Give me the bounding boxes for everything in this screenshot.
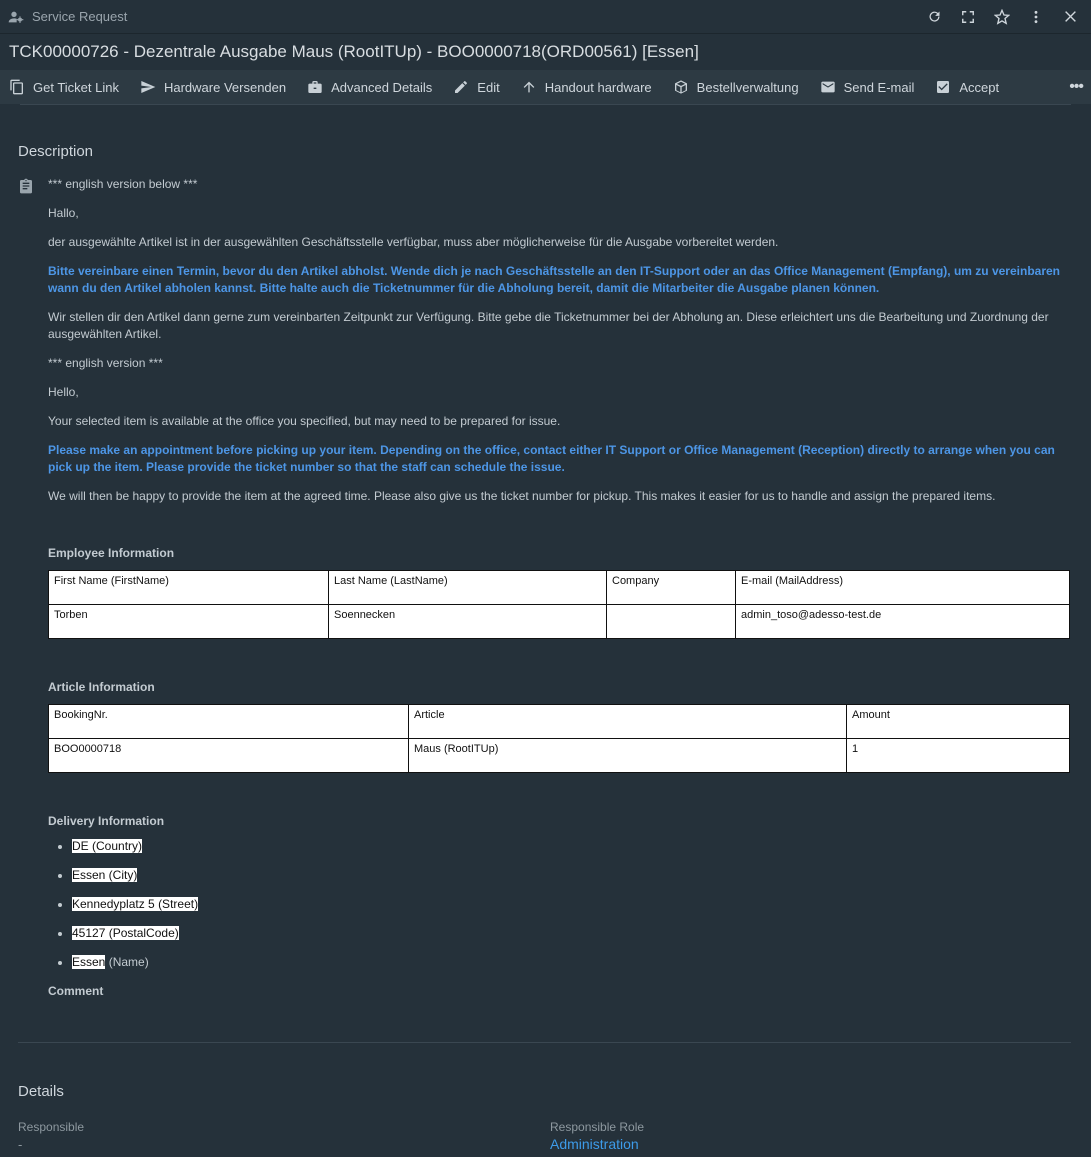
responsible-role-label: Responsible Role (550, 1120, 645, 1134)
refresh-icon[interactable] (921, 4, 947, 30)
toolbar-divider (20, 104, 1071, 105)
bestellverwaltung-button[interactable]: Bestellverwaltung (672, 78, 799, 96)
employee-info-heading: Employee Information (48, 546, 175, 560)
checkbox-icon (934, 78, 952, 96)
action-toolbar: Get Ticket Link Hardware Versenden Advan… (0, 70, 1091, 104)
description-body: *** english version below *** Hallo, der… (48, 176, 1073, 1000)
delivery-info-heading: Delivery Information (48, 814, 165, 828)
edit-button[interactable]: Edit (452, 78, 500, 96)
article-info-table: BookingNr. Article Amount BOO0000718 Mau… (48, 704, 1070, 773)
send-email-button[interactable]: Send E-mail (819, 78, 915, 96)
responsible-value: - (18, 1137, 23, 1152)
description-paragraph: der ausgewählte Artikel ist in der ausge… (48, 235, 779, 249)
table-header-row: BookingNr. Article Amount (48, 704, 1070, 739)
advanced-details-label: Advanced Details (331, 79, 433, 95)
star-icon[interactable] (989, 4, 1015, 30)
delivery-country: DE (Country) (72, 839, 143, 853)
table-cell (606, 604, 736, 639)
table-cell: BOO0000718 (48, 738, 409, 773)
list-item: Essen (City) (72, 867, 1073, 884)
table-cell: Last Name (LastName) (328, 570, 607, 605)
table-row: Torben Soennecken admin_toso@adesso-test… (48, 604, 1070, 639)
description-title: Description (18, 143, 94, 160)
delivery-postal: 45127 (PostalCode) (72, 926, 179, 940)
handout-hardware-button[interactable]: Handout hardware (520, 78, 652, 96)
table-cell: Maus (RootITUp) (408, 738, 847, 773)
responsible-field: Responsible - (18, 1120, 550, 1152)
list-item: Kennedyplatz 5 (Street) (72, 896, 1073, 913)
description-paragraph: *** english version below *** (48, 177, 198, 191)
send-email-label: Send E-mail (843, 79, 915, 95)
employee-info-table: First Name (FirstName) Last Name (LastNa… (48, 570, 1070, 639)
description-paragraph: *** english version *** (48, 356, 163, 370)
description-section: *** english version below *** Hallo, der… (18, 176, 1073, 1000)
table-cell: First Name (FirstName) (48, 570, 329, 605)
list-item: DE (Country) (72, 838, 1073, 855)
window-title: Service Request (32, 9, 128, 24)
table-cell: BookingNr. (48, 704, 409, 739)
copy-icon (8, 78, 26, 96)
advanced-details-button[interactable]: Advanced Details (306, 78, 432, 96)
list-item: Essen (Name) (72, 954, 1073, 971)
table-cell: 1 (846, 738, 1070, 773)
responsible-label: Responsible (18, 1120, 85, 1134)
get-ticket-link-label: Get Ticket Link (33, 79, 119, 95)
description-highlight: Please make an appointment before pickin… (48, 443, 1055, 474)
close-icon[interactable] (1057, 4, 1083, 30)
arrow-up-icon (520, 78, 538, 96)
accept-button[interactable]: Accept (934, 78, 999, 96)
table-cell: Article (408, 704, 847, 739)
table-row: BOO0000718 Maus (RootITUp) 1 (48, 738, 1070, 773)
article-info-heading: Article Information (48, 680, 155, 694)
service-request-icon (8, 9, 24, 25)
delivery-street: Kennedyplatz 5 (Street) (72, 897, 199, 911)
handout-hardware-label: Handout hardware (544, 79, 652, 95)
package-icon (672, 78, 690, 96)
clipboard-icon (18, 176, 40, 1000)
description-paragraph: Your selected item is available at the o… (48, 414, 561, 428)
title-bar: Service Request (0, 0, 1091, 34)
ticket-title: TCK00000726 - Dezentrale Ausgabe Maus (R… (0, 34, 1091, 70)
accept-label: Accept (959, 79, 1000, 95)
get-ticket-link-button[interactable]: Get Ticket Link (8, 78, 119, 96)
description-paragraph: Hallo, (48, 206, 79, 220)
section-divider (18, 1042, 1071, 1043)
table-cell: Soennecken (328, 604, 607, 639)
delivery-name-suffix: (Name) (105, 955, 149, 969)
content-area: Description *** english version below **… (0, 143, 1091, 1000)
comment-label: Comment (48, 984, 104, 998)
hardware-versenden-label: Hardware Versenden (163, 79, 287, 95)
kebab-menu-icon[interactable] (1023, 4, 1049, 30)
delivery-list: DE (Country) Essen (City) Kennedyplatz 5… (48, 838, 1073, 971)
description-paragraph: We will then be happy to provide the ite… (48, 489, 996, 503)
list-item: 45127 (PostalCode) (72, 925, 1073, 942)
table-cell: admin_toso@adesso-test.de (735, 604, 1070, 639)
description-paragraph: Hello, (48, 385, 79, 399)
send-icon (139, 78, 157, 96)
delivery-name: Essen (72, 955, 106, 969)
delivery-city: Essen (City) (72, 868, 138, 882)
hardware-versenden-button[interactable]: Hardware Versenden (139, 78, 286, 96)
pencil-icon (452, 78, 470, 96)
table-cell: Company (606, 570, 736, 605)
edit-label: Edit (477, 79, 500, 95)
details-grid: Responsible - Responsible Role Administr… (18, 1120, 1091, 1152)
envelope-icon (819, 78, 837, 96)
table-cell: E-mail (MailAddress) (735, 570, 1070, 605)
more-actions-icon[interactable]: ••• (1069, 78, 1084, 96)
toolbox-icon (306, 78, 324, 96)
description-paragraph: Wir stellen dir den Artikel dann gerne z… (48, 310, 1049, 341)
table-cell: Torben (48, 604, 329, 639)
responsible-role-link[interactable]: Administration (550, 1136, 1082, 1152)
description-highlight: Bitte vereinbare einen Termin, bevor du … (48, 264, 1060, 295)
bestellverwaltung-label: Bestellverwaltung (696, 79, 799, 95)
details-title: Details (18, 1083, 64, 1100)
table-header-row: First Name (FirstName) Last Name (LastNa… (48, 570, 1070, 605)
fullscreen-icon[interactable] (955, 4, 981, 30)
responsible-role-field: Responsible Role Administration (550, 1120, 1082, 1152)
table-cell: Amount (846, 704, 1070, 739)
